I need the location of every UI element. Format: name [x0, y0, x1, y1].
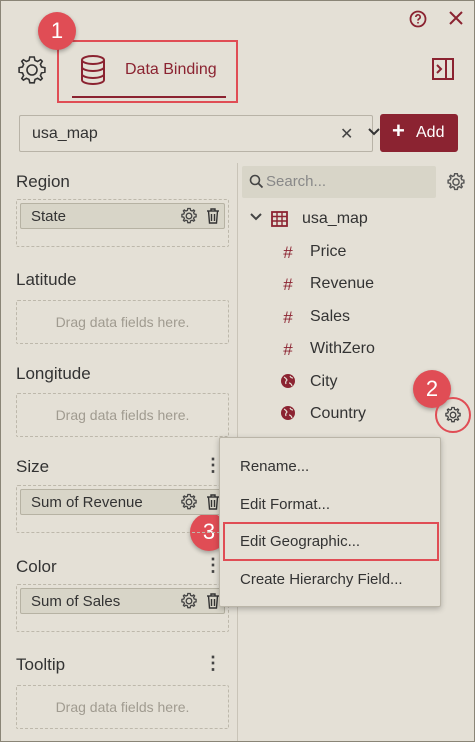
- panel-toggle-icon[interactable]: [431, 57, 455, 81]
- datasource-select[interactable]: usa_map ✕: [19, 115, 380, 152]
- field-chip[interactable]: State: [20, 203, 225, 229]
- chevron-down-icon[interactable]: [368, 125, 380, 141]
- close-icon[interactable]: [448, 10, 464, 29]
- add-button[interactable]: + Add: [380, 114, 458, 152]
- tree-field-item[interactable]: City: [310, 373, 338, 391]
- section-title-longitude: Longitude: [16, 364, 91, 383]
- settings-tab-gear-icon[interactable]: [16, 54, 48, 86]
- tree-field-item[interactable]: WithZero: [310, 340, 375, 358]
- gear-icon[interactable]: [180, 207, 198, 225]
- globe-icon: [280, 405, 296, 426]
- chevron-down-icon[interactable]: [250, 211, 262, 226]
- color-dropzone[interactable]: Sum of Sales: [16, 584, 229, 632]
- section-title-tooltip: Tooltip: [16, 655, 66, 674]
- data-binding-tab[interactable]: Data Binding: [125, 61, 217, 79]
- section-title-latitude: Latitude: [16, 270, 77, 289]
- longitude-dropzone[interactable]: Drag data fields here.: [16, 393, 229, 437]
- tree-root-label[interactable]: usa_map: [302, 210, 368, 228]
- tooltip-more-icon[interactable]: ⋮: [204, 653, 222, 674]
- section-title-region: Region: [16, 172, 70, 191]
- gear-icon[interactable]: [180, 592, 198, 610]
- menu-item-create-hierarchy[interactable]: Create Hierarchy Field...: [240, 571, 403, 588]
- menu-item-edit-format[interactable]: Edit Format...: [240, 496, 330, 513]
- tree-field-item[interactable]: Price: [310, 243, 346, 261]
- datasource-value: usa_map: [32, 125, 98, 142]
- field-settings-gear-icon[interactable]: [444, 406, 462, 424]
- globe-icon: [280, 373, 296, 394]
- callout-badge-1: 1: [38, 12, 76, 50]
- menu-item-edit-geographic[interactable]: Edit Geographic...: [240, 533, 360, 550]
- table-icon: [271, 211, 288, 227]
- field-search-input[interactable]: Search...: [242, 166, 436, 198]
- section-title-size: Size: [16, 457, 50, 476]
- help-icon[interactable]: [409, 10, 427, 31]
- tree-field-item[interactable]: Sales: [310, 308, 350, 326]
- numeric-field-icon: #: [283, 275, 293, 294]
- tree-field-item[interactable]: Country: [310, 405, 366, 423]
- clear-icon[interactable]: ✕: [340, 124, 353, 144]
- menu-item-rename[interactable]: Rename...: [240, 458, 309, 475]
- field-chip[interactable]: Sum of Sales: [20, 588, 225, 614]
- database-icon: [79, 54, 107, 86]
- trash-icon[interactable]: [205, 207, 221, 225]
- tree-field-item[interactable]: Revenue: [310, 275, 374, 293]
- search-icon: [249, 174, 264, 189]
- numeric-field-icon: #: [283, 340, 293, 359]
- tooltip-dropzone[interactable]: Drag data fields here.: [16, 685, 229, 729]
- plus-icon: +: [392, 118, 405, 143]
- field-chip[interactable]: Sum of Revenue: [20, 489, 225, 515]
- latitude-dropzone[interactable]: Drag data fields here.: [16, 300, 229, 344]
- context-menu: Rename... Edit Format... Edit Geographic…: [219, 437, 441, 607]
- section-title-color: Color: [16, 557, 57, 576]
- numeric-field-icon: #: [283, 243, 293, 262]
- size-dropzone[interactable]: Sum of Revenue: [16, 485, 229, 533]
- field-list-gear-icon[interactable]: [446, 172, 466, 192]
- gear-icon[interactable]: [180, 493, 198, 511]
- active-tab-underline: [72, 96, 226, 98]
- numeric-field-icon: #: [283, 308, 293, 327]
- region-dropzone[interactable]: State: [16, 199, 229, 247]
